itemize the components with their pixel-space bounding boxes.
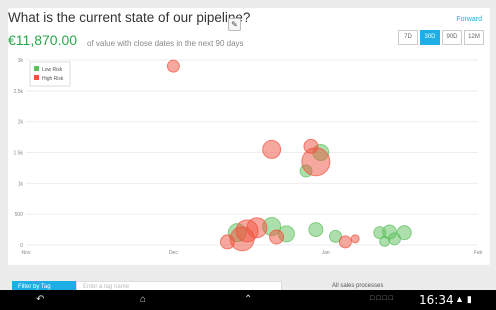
high-risk-deal-point[interactable]	[338, 235, 352, 249]
legend-high-risk-swatch	[34, 75, 39, 80]
x-tick-label: Feb	[474, 250, 483, 256]
y-tick-label: 0	[20, 243, 23, 249]
y-tick-label: 1.5k	[14, 151, 24, 157]
high-risk-deal-point[interactable]	[301, 147, 331, 177]
back-icon[interactable]: ↶	[36, 290, 44, 310]
home-icon[interactable]: ⌂	[140, 290, 146, 310]
high-risk-deal-point[interactable]	[262, 139, 282, 159]
low-risk-deal-point[interactable]	[308, 222, 324, 238]
pipeline-scatter-chart: 0 500 1k 1.5k 2k 2.5k 3k Nov Dec Jan Feb Low Risk…	[14, 58, 483, 256]
x-tick-label: Nov	[22, 250, 31, 256]
high-risk-deal-point[interactable]	[166, 59, 180, 73]
high-risk-deal-point[interactable]	[246, 217, 268, 239]
high-risk-deal-point[interactable]	[269, 229, 285, 245]
notification-icons: □□□□	[370, 295, 395, 302]
y-tick-label: 2.5k	[14, 89, 24, 95]
y-tick-label: 1k	[18, 181, 24, 187]
chart-legend: Low Risk High Risk	[29, 61, 71, 87]
y-tick-label: 3k	[18, 58, 24, 64]
legend-low-risk-swatch	[34, 66, 39, 71]
x-tick-label: Jan	[322, 250, 330, 256]
legend-low-risk-label: Low Risk	[42, 67, 63, 73]
y-tick-label: 2k	[18, 120, 24, 126]
battery-icon: ▲▮	[455, 294, 475, 304]
y-tick-label: 500	[15, 212, 24, 218]
high-risk-deal-point[interactable]	[350, 234, 360, 244]
legend-high-risk-label: High Risk	[42, 76, 64, 82]
status-clock: 16:34	[419, 293, 454, 307]
sales-process-select[interactable]: All sales processes	[332, 283, 383, 289]
x-tick-label: Dec	[169, 250, 178, 256]
low-risk-deal-point[interactable]	[396, 225, 412, 241]
menu-up-icon[interactable]: ⌃	[244, 290, 252, 310]
